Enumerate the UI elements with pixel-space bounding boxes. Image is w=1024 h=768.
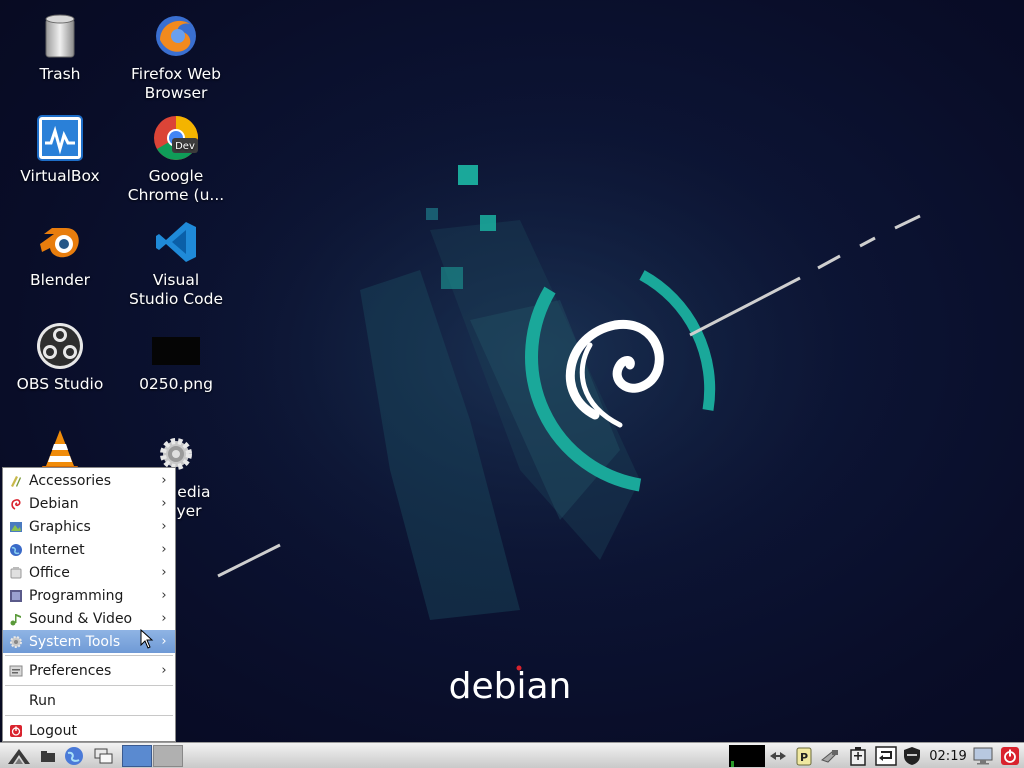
globe-icon — [9, 543, 23, 557]
desktop-icon-vscode[interactable]: Visual Studio Code — [118, 218, 234, 309]
cpu-monitor-graph — [729, 745, 765, 767]
menu-item-run[interactable]: Run — [3, 689, 175, 712]
programming-icon — [9, 589, 23, 603]
blender-icon — [36, 218, 84, 266]
preferences-icon — [9, 664, 23, 678]
file-manager-launcher[interactable] — [38, 745, 58, 767]
trash-icon — [36, 12, 84, 60]
menu-item-logout[interactable]: Logout — [3, 719, 175, 742]
chrome-dev-icon: Dev — [152, 114, 200, 162]
battery-icon[interactable] — [846, 745, 870, 767]
graphics-icon — [9, 520, 23, 534]
mouse-cursor-icon — [140, 629, 154, 649]
virtualbox-icon — [36, 114, 84, 162]
menu-item-label: Internet — [29, 541, 85, 558]
start-menu-button[interactable] — [4, 745, 34, 767]
desktop-icon-label: Google Chrome (u... — [127, 167, 225, 204]
menu-separator — [5, 685, 173, 686]
menu-item-label: System Tools — [29, 633, 121, 650]
menu-item-label: Debian — [29, 495, 79, 512]
system-tools-icon — [9, 635, 23, 649]
shield-icon[interactable] — [900, 745, 924, 767]
globe-icon — [65, 747, 83, 765]
office-icon — [9, 566, 23, 580]
menu-item-internet[interactable]: Internet › — [3, 538, 175, 561]
clock-label: 02:19 — [929, 748, 967, 764]
menu-separator — [5, 715, 173, 716]
menu-item-label: Graphics — [29, 518, 91, 535]
menu-item-label: Preferences — [29, 662, 112, 679]
submenu-arrow-icon: › — [161, 519, 167, 534]
submenu-arrow-icon: › — [161, 473, 167, 488]
accessories-icon — [9, 474, 23, 488]
menu-item-accessories[interactable]: Accessories › — [3, 469, 175, 492]
submenu-arrow-icon: › — [161, 634, 167, 649]
screen-lock-button[interactable] — [972, 745, 994, 767]
menu-item-sound-video[interactable]: Sound & Video › — [3, 607, 175, 630]
menu-item-label: Logout — [29, 722, 77, 739]
menu-item-label: Office — [29, 564, 70, 581]
desktop-icon-label: Firefox Web Browser — [130, 65, 222, 102]
clock[interactable]: 02:19 — [926, 745, 970, 767]
menu-separator — [5, 655, 173, 656]
desktop-icon-trash[interactable]: Trash — [2, 12, 118, 84]
menu-item-office[interactable]: Office › — [3, 561, 175, 584]
taskbar: P 02:19 — [0, 742, 1024, 768]
desktop-icon-firefox[interactable]: Firefox Web Browser — [118, 12, 234, 103]
desktop-icon-blender[interactable]: Blender — [2, 218, 118, 290]
menu-item-programming[interactable]: Programming › — [3, 584, 175, 607]
usb-icon[interactable] — [818, 745, 842, 767]
monitor-icon — [973, 747, 993, 765]
logout-icon — [9, 724, 23, 738]
menu-item-label: Accessories — [29, 472, 112, 489]
desktop-icon-obs[interactable]: OBS Studio — [2, 322, 118, 394]
desktop-icon-label: Visual Studio Code — [129, 271, 223, 308]
image-file-icon — [152, 322, 200, 370]
submenu-arrow-icon: › — [161, 565, 167, 580]
logout-button[interactable] — [998, 745, 1022, 767]
application-menu: Accessories › Debian › Graphics › Intern… — [2, 467, 176, 742]
menu-item-label: Run — [29, 692, 56, 709]
submenu-arrow-icon: › — [161, 611, 167, 626]
network-icon[interactable] — [767, 745, 789, 767]
menu-item-graphics[interactable]: Graphics › — [3, 515, 175, 538]
menu-item-preferences[interactable]: Preferences › — [3, 659, 175, 682]
desktop-icon-chrome-dev[interactable]: Dev Google Chrome (u... — [118, 114, 234, 205]
submenu-arrow-icon: › — [161, 588, 167, 603]
desktop-icon-label: OBS Studio — [16, 375, 104, 393]
windows-icon — [94, 748, 113, 764]
submenu-arrow-icon: › — [161, 663, 167, 678]
desktop-icon-label: 0250.png — [139, 375, 213, 393]
desktop-icon-label: Trash — [39, 65, 81, 83]
vscode-icon — [152, 218, 200, 266]
sound-video-icon — [9, 612, 23, 626]
folder-icon — [41, 751, 55, 762]
workspace-2[interactable] — [153, 745, 183, 767]
svg-text:P: P — [800, 751, 808, 764]
submenu-arrow-icon: › — [161, 496, 167, 511]
menu-item-debian[interactable]: Debian › — [3, 492, 175, 515]
obs-icon — [36, 322, 84, 370]
desktop-icon-0250-png[interactable]: 0250.png — [118, 322, 234, 394]
clipboard-icon[interactable]: P — [793, 745, 815, 767]
power-icon — [1001, 747, 1019, 765]
menu-item-label: Programming — [29, 587, 124, 604]
desktop-switcher-button[interactable] — [92, 745, 116, 767]
lxde-logo-icon — [8, 749, 30, 764]
svg-text:Dev: Dev — [175, 141, 195, 152]
update-icon[interactable] — [874, 745, 898, 767]
desktop-icon-label: Blender — [29, 271, 91, 289]
workspace-1[interactable] — [122, 745, 152, 767]
web-browser-launcher[interactable] — [62, 745, 86, 767]
desktop-icon-label: VirtualBox — [20, 167, 100, 185]
menu-item-label: Sound & Video — [29, 610, 133, 627]
debian-swirl-icon — [9, 497, 23, 511]
firefox-icon — [152, 12, 200, 60]
submenu-arrow-icon: › — [161, 542, 167, 557]
debian-logo-text: debian — [449, 666, 572, 707]
desktop-icon-virtualbox[interactable]: VirtualBox — [2, 114, 118, 186]
